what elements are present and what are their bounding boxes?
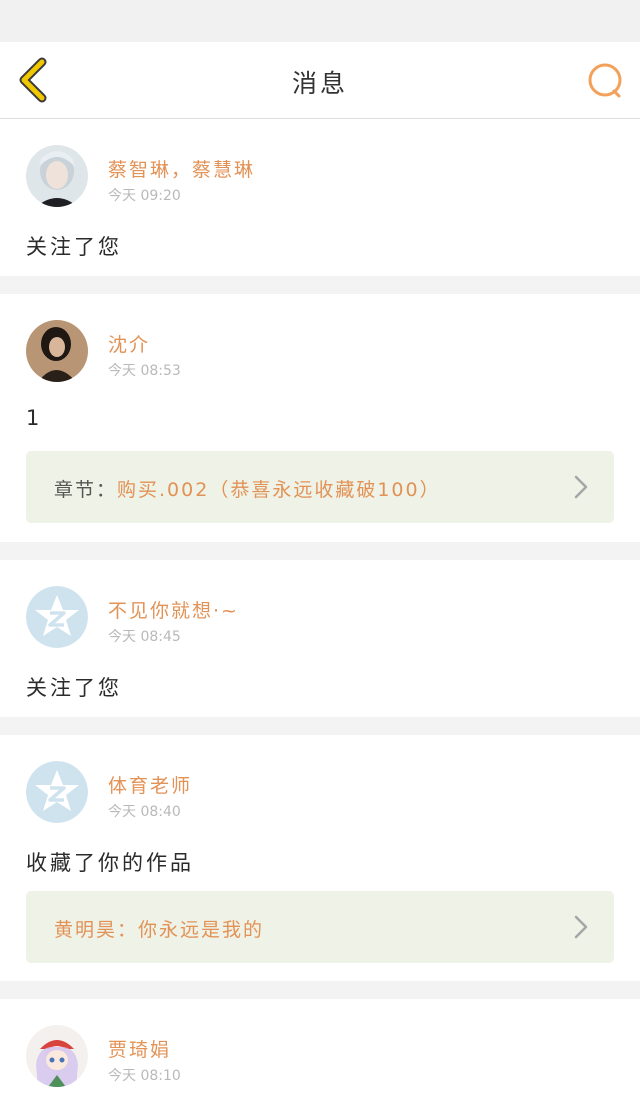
avatar[interactable]	[26, 145, 88, 207]
avatar[interactable]	[26, 1025, 88, 1087]
message-content: 收藏了你的作品	[26, 851, 194, 875]
sender-name[interactable]: 沈介	[108, 330, 150, 357]
chevron-right-icon	[574, 915, 588, 939]
reference-label: 章节：	[54, 479, 118, 501]
divider	[0, 717, 640, 735]
timestamp: 今天 08:53	[108, 363, 181, 379]
message-item[interactable]: 蔡智琳，蔡慧琳 今天 09:20 关注了您	[0, 119, 640, 276]
comment-reference-card[interactable]: 黄明昊：你永远是我的	[26, 891, 614, 963]
default-q-avatar-icon	[26, 761, 88, 823]
default-q-avatar-icon	[26, 586, 88, 648]
search-icon	[588, 63, 622, 98]
sender-name[interactable]: 蔡智琳，蔡慧琳	[108, 155, 255, 182]
avatar[interactable]	[26, 586, 88, 648]
sender-name[interactable]: 不见你就想·~	[108, 596, 239, 623]
message-content: 1	[26, 406, 43, 430]
message-content: 关注了您	[26, 235, 122, 259]
message-item[interactable]: 体育老师 今天 08:40 收藏了你的作品 黄明昊：你永远是我的	[0, 735, 640, 981]
message-item[interactable]: 沈介 今天 08:53 1 章节：购买.002（恭喜永远收藏破100）	[0, 294, 640, 542]
message-item[interactable]: 贾琦娟 今天 08:10	[0, 999, 640, 1119]
timestamp: 今天 08:40	[108, 804, 181, 820]
status-bar	[0, 0, 640, 42]
timestamp: 今天 08:10	[108, 1068, 181, 1084]
reference-title: 购买.002（恭喜永远收藏破100）	[117, 479, 441, 501]
chapter-reference-card[interactable]: 章节：购买.002（恭喜永远收藏破100）	[26, 451, 614, 523]
page-title: 消息	[291, 69, 348, 98]
message-list: 蔡智琳，蔡慧琳 今天 09:20 关注了您 沈介 今天 08:53 1 章节：购…	[0, 119, 640, 1119]
timestamp: 今天 09:20	[108, 188, 181, 204]
search-button[interactable]	[586, 60, 626, 100]
avatar[interactable]	[26, 761, 88, 823]
sender-name[interactable]: 贾琦娟	[108, 1035, 171, 1062]
chevron-right-icon	[574, 475, 588, 499]
sender-name[interactable]: 体育老师	[108, 771, 192, 798]
reference-title: 黄明昊：你永远是我的	[54, 919, 265, 941]
message-item[interactable]: 不见你就想·~ 今天 08:45 关注了您	[0, 560, 640, 717]
divider	[0, 981, 640, 999]
top-nav-bar: 消息	[0, 42, 640, 119]
message-content: 关注了您	[26, 676, 122, 700]
divider	[0, 542, 640, 560]
avatar[interactable]	[26, 320, 88, 382]
divider	[0, 276, 640, 294]
timestamp: 今天 08:45	[108, 629, 181, 645]
